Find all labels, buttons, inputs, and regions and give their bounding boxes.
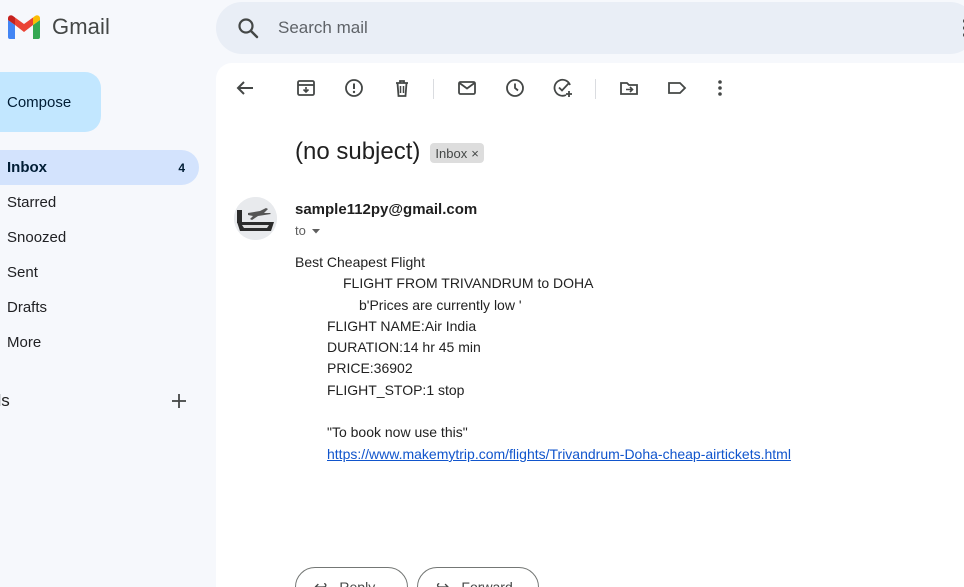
gmail-m-icon xyxy=(8,15,40,39)
mark-unread-icon[interactable] xyxy=(456,77,478,99)
gmail-wordmark: Gmail xyxy=(52,14,110,39)
email-subject: (no subject) xyxy=(295,138,421,165)
remove-label-icon[interactable]: × xyxy=(471,146,479,161)
body-line: b'Prices are currently low ' xyxy=(359,297,522,313)
gmail-logo[interactable]: Gmail xyxy=(7,14,110,40)
body-line: FLIGHT NAME:Air India xyxy=(327,318,477,334)
report-spam-icon[interactable] xyxy=(343,77,365,99)
forward-label: Forward xyxy=(461,579,513,587)
subject-row: (no subject) Inbox × xyxy=(295,138,484,166)
sender-email[interactable]: sample112py@gmail.com xyxy=(295,201,477,218)
toolbar-divider xyxy=(595,79,596,99)
reply-arrow-icon: ↩ xyxy=(314,577,327,587)
compose-label: Compose xyxy=(7,93,72,111)
search-icon[interactable] xyxy=(236,16,260,40)
sidebar-item-label: Starred xyxy=(7,194,57,211)
compose-button[interactable]: Compose xyxy=(0,72,101,132)
booking-link-line: https://www.makemytrip.com/flights/Triva… xyxy=(327,446,791,462)
chip-label: Inbox xyxy=(435,145,468,161)
forward-button[interactable]: ↪ Forward xyxy=(417,567,539,587)
more-options-icon[interactable] xyxy=(709,77,731,99)
search-bar[interactable] xyxy=(216,2,964,54)
sidebar-item-sent[interactable]: Sent xyxy=(0,255,199,290)
reply-label: Reply xyxy=(339,579,376,587)
sidebar-item-starred[interactable]: Starred xyxy=(0,185,199,220)
sidebar-item-label: Sent xyxy=(7,264,38,281)
caret-down-icon[interactable] xyxy=(310,225,322,237)
sidebar-item-more[interactable]: More xyxy=(0,325,199,360)
body-line: FLIGHT_STOP:1 stop xyxy=(327,382,465,398)
body-line: "To book now use this" xyxy=(327,424,468,440)
add-to-tasks-icon[interactable] xyxy=(552,77,574,99)
labels-heading: els xyxy=(0,391,10,410)
forward-arrow-icon: ↪ xyxy=(436,577,449,587)
label-icon[interactable] xyxy=(666,77,688,99)
reply-button[interactable]: ↩ Reply xyxy=(295,567,408,587)
move-to-icon[interactable] xyxy=(618,77,640,99)
to-label: to xyxy=(295,223,306,238)
snooze-icon[interactable] xyxy=(504,77,526,99)
inbox-label-chip[interactable]: Inbox × xyxy=(430,143,484,163)
back-arrow-icon[interactable] xyxy=(234,77,256,99)
sender-avatar[interactable] xyxy=(234,197,277,240)
sidebar-item-label: Inbox xyxy=(7,159,47,176)
toolbar-divider xyxy=(433,79,434,99)
gmail-app: Gmail Compose Inbox 4 Starred Snoozed Se… xyxy=(0,0,964,587)
sidebar-item-label: Snoozed xyxy=(7,229,67,246)
sidebar-nav: Inbox 4 Starred Snoozed Sent Drafts More xyxy=(0,150,200,360)
email-view: (no subject) Inbox × sample112py@gmail.c… xyxy=(216,63,964,587)
body-line: FLIGHT FROM TRIVANDRUM to DOHA xyxy=(343,275,594,291)
delete-icon[interactable] xyxy=(391,77,413,99)
sidebar-item-label: Drafts xyxy=(7,299,48,316)
booking-link[interactable]: https://www.makemytrip.com/flights/Triva… xyxy=(327,446,791,462)
airplane-ticket-icon xyxy=(234,197,277,240)
sidebar-item-snoozed[interactable]: Snoozed xyxy=(0,220,199,255)
sidebar-item-inbox[interactable]: Inbox 4 xyxy=(0,150,199,185)
body-line: Best Cheapest Flight xyxy=(295,254,425,270)
email-toolbar xyxy=(216,63,964,115)
search-input[interactable] xyxy=(278,12,878,44)
recipient-row[interactable]: to xyxy=(295,223,322,238)
sidebar-item-drafts[interactable]: Drafts xyxy=(0,290,199,325)
sidebar-item-label: More xyxy=(7,334,42,351)
inbox-unread-count: 4 xyxy=(178,160,185,175)
body-line: DURATION:14 hr 45 min xyxy=(327,339,481,355)
labels-section-header: els xyxy=(0,387,200,415)
body-line: PRICE:36902 xyxy=(327,360,413,376)
archive-icon[interactable] xyxy=(295,77,317,99)
create-label-plus-icon[interactable] xyxy=(170,392,188,410)
